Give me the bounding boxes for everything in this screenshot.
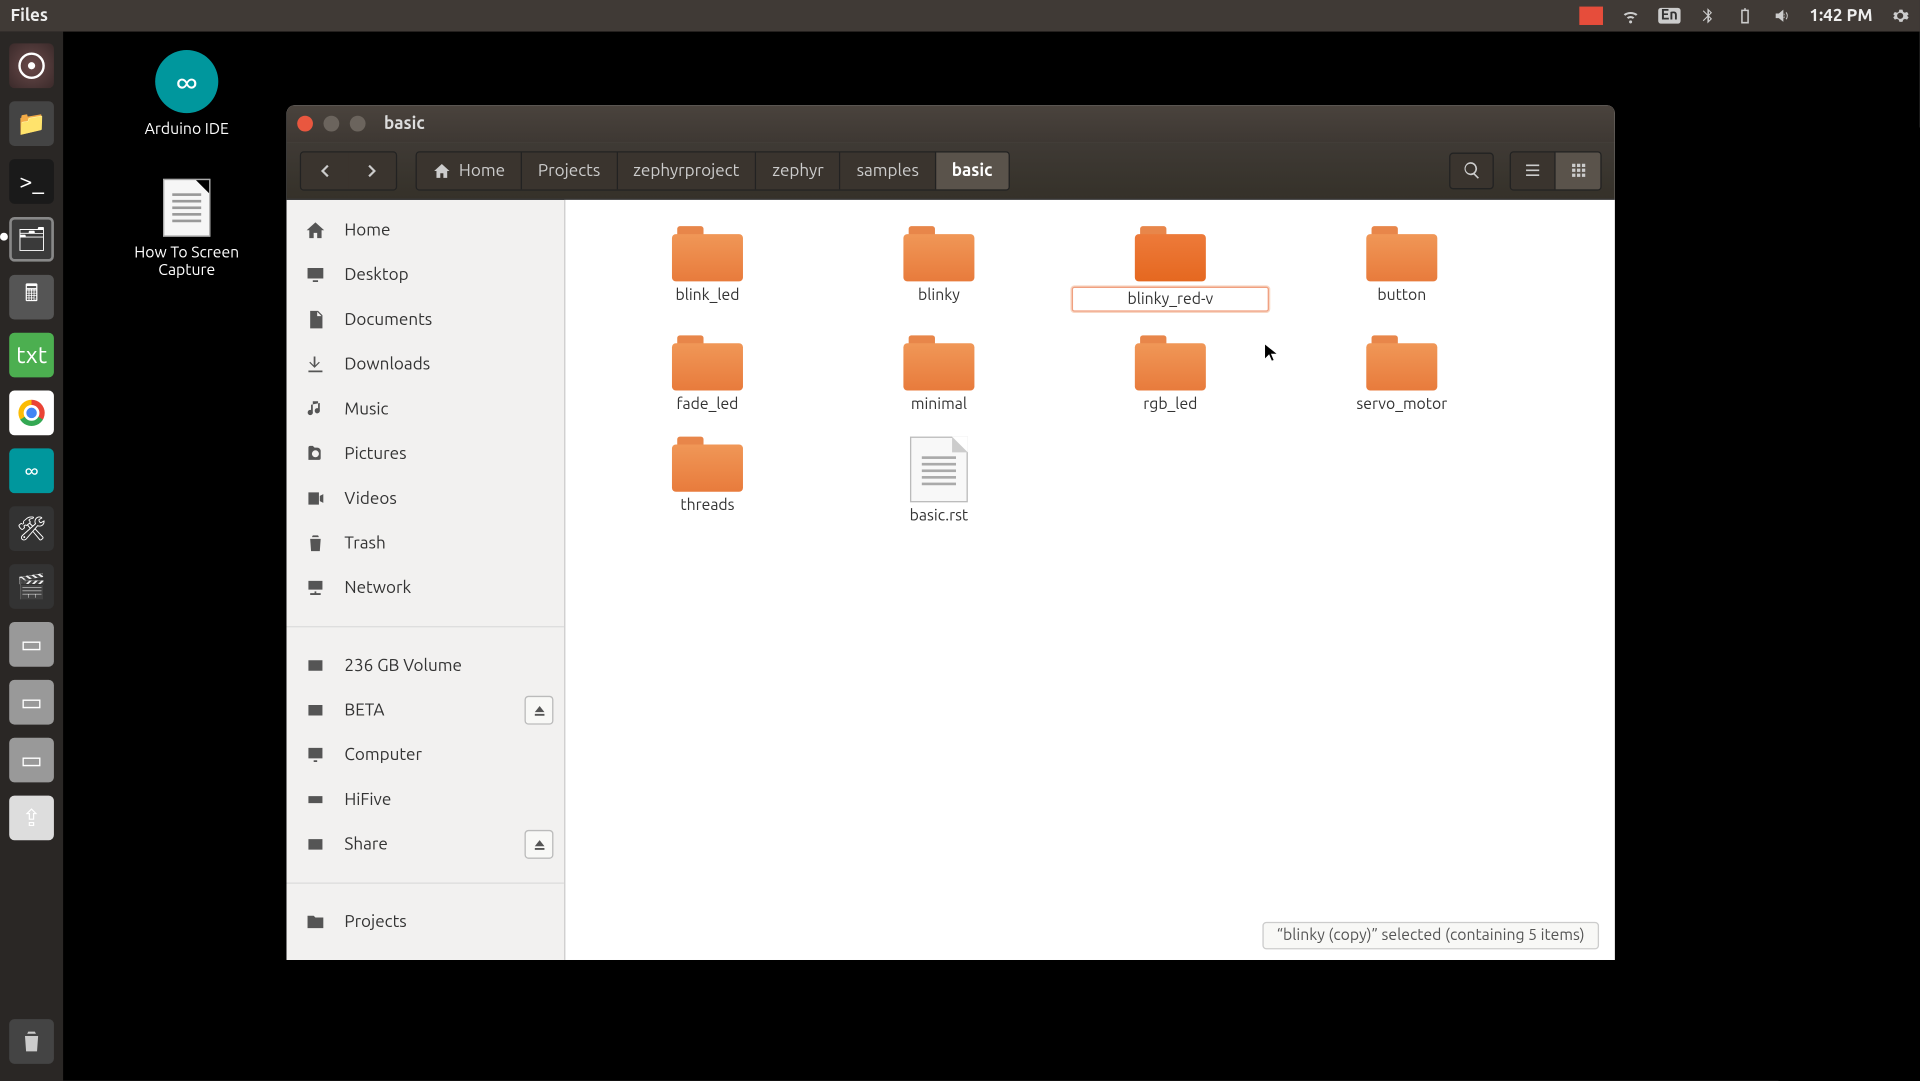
window-titlebar[interactable]: basic — [287, 105, 1615, 142]
drive3-icon[interactable]: ▭ — [5, 734, 58, 787]
forward-button[interactable] — [348, 152, 395, 189]
grid-view-button[interactable] — [1556, 152, 1601, 189]
crumb-home[interactable]: Home — [417, 152, 522, 189]
sidebar-home[interactable]: Home — [287, 208, 564, 253]
folder-icon — [672, 437, 743, 492]
folder-threads[interactable]: threads — [592, 431, 823, 530]
folder-icon — [1366, 226, 1437, 281]
sidebar-volume[interactable]: 236 GB Volume — [287, 643, 564, 688]
folder-icon — [672, 335, 743, 390]
volume-icon[interactable] — [1773, 7, 1791, 25]
settings-gear-icon[interactable] — [1891, 7, 1909, 25]
desktop-icon-arduino[interactable]: ∞ Arduino IDE — [108, 50, 266, 138]
clock[interactable]: 1:42 PM — [1809, 7, 1872, 25]
sidebar-computer[interactable]: Computer — [287, 732, 564, 777]
sidebar-pictures[interactable]: Pictures — [287, 431, 564, 476]
sidebar-share[interactable]: Share — [287, 822, 564, 867]
window-close-button[interactable] — [297, 116, 313, 132]
bluetooth-icon[interactable] — [1699, 7, 1717, 25]
breadcrumb: Home Projects zephyrproject zephyr sampl… — [416, 151, 1010, 190]
unity-launcher: 📁 >_ 🗂 🖩 txt ∞ 🛠 🎬 ▭ ▭ ▭ ⇪ — [0, 32, 63, 1081]
file-basic-rst[interactable]: basic.rst — [823, 431, 1054, 530]
window-maximize-button[interactable] — [350, 116, 366, 132]
sidebar-downloads[interactable]: Downloads — [287, 342, 564, 387]
sidebar-network[interactable]: Network — [287, 565, 564, 610]
folder-icon — [903, 335, 974, 390]
folder-icon — [1135, 226, 1206, 281]
arduino-icon[interactable]: ∞ — [5, 444, 58, 497]
keyboard-indicator[interactable]: En — [1658, 8, 1680, 24]
window-minimize-button[interactable] — [323, 116, 339, 132]
folder-blinky-red-v[interactable] — [1055, 221, 1286, 317]
sidebar-hifive[interactable]: HiFive — [287, 777, 564, 822]
status-bar: “blinky (copy)” selected (containing 5 i… — [1262, 922, 1599, 950]
sidebar-documents[interactable]: Documents — [287, 297, 564, 342]
folder-fade-led[interactable]: fade_led — [592, 330, 823, 418]
text-file-icon — [910, 437, 968, 503]
record-indicator-icon[interactable] — [1579, 7, 1603, 25]
battery-icon[interactable] — [1736, 7, 1754, 25]
crumb-projects[interactable]: Projects — [522, 152, 617, 189]
folder-blinky[interactable]: blinky — [823, 221, 1054, 317]
folder-icon — [903, 226, 974, 281]
eject-icon[interactable] — [525, 696, 554, 725]
crumb-samples[interactable]: samples — [841, 152, 936, 189]
search-button[interactable] — [1449, 152, 1494, 189]
folder-icon — [672, 226, 743, 281]
drive1-icon[interactable]: ▭ — [5, 618, 58, 671]
arduino-logo-icon: ∞ — [155, 50, 218, 113]
sidebar-trash[interactable]: Trash — [287, 521, 564, 566]
file-pane[interactable]: blink_led blinky button fade_led minimal… — [565, 200, 1614, 960]
folder-icon — [1366, 335, 1437, 390]
sidebar-videos[interactable]: Videos — [287, 476, 564, 521]
file-manager-window: basic Home Projects zephyrproject zephyr… — [287, 105, 1615, 960]
sidebar-beta[interactable]: BETA — [287, 688, 564, 733]
text-file-icon — [163, 179, 210, 237]
sidebar-desktop[interactable]: Desktop — [287, 252, 564, 297]
eject-icon[interactable] — [525, 830, 554, 859]
usb-icon[interactable]: ⇪ — [5, 792, 58, 845]
folder-button[interactable]: button — [1286, 221, 1517, 317]
sidebar-music[interactable]: Music — [287, 387, 564, 432]
folder-blink-led[interactable]: blink_led — [592, 221, 823, 317]
wifi-icon[interactable] — [1621, 7, 1639, 25]
text-editor-icon[interactable]: txt — [5, 329, 58, 382]
desktop-icon-label: How To Screen Capture — [108, 245, 266, 279]
calculator-icon[interactable]: 🖩 — [5, 271, 58, 324]
media-icon[interactable]: 🎬 — [5, 560, 58, 613]
sidebar-bookmark-projects[interactable]: Projects — [287, 899, 564, 944]
tool-icon[interactable]: 🛠 — [5, 502, 58, 555]
folder-icon — [1135, 335, 1206, 390]
crumb-zephyr[interactable]: zephyr — [756, 152, 840, 189]
folder-minimal[interactable]: minimal — [823, 330, 1054, 418]
crumb-basic[interactable]: basic — [936, 152, 1008, 189]
toolbar: Home Projects zephyrproject zephyr sampl… — [287, 142, 1615, 200]
back-button[interactable] — [301, 152, 348, 189]
files-app-icon[interactable]: 🗂 — [5, 213, 58, 266]
trash-icon[interactable] — [5, 1015, 58, 1068]
folder-rgb-led[interactable]: rgb_led — [1055, 330, 1286, 418]
sidebar: Home Desktop Documents Downloads Music P… — [287, 200, 566, 960]
window-title: basic — [384, 114, 425, 132]
menu-bar: Files En 1:42 PM — [0, 0, 1920, 32]
folder-launcher-icon[interactable]: 📁 — [5, 97, 58, 150]
list-view-button[interactable] — [1511, 152, 1556, 189]
drive2-icon[interactable]: ▭ — [5, 676, 58, 729]
dash-icon[interactable] — [5, 39, 58, 92]
desktop-icon-label: Arduino IDE — [108, 121, 266, 138]
chrome-icon[interactable] — [5, 387, 58, 440]
terminal-icon[interactable]: >_ — [5, 155, 58, 208]
rename-input[interactable] — [1072, 287, 1269, 312]
desktop-icon-howto[interactable]: How To Screen Capture — [108, 179, 266, 279]
folder-servo-motor[interactable]: servo_motor — [1286, 330, 1517, 418]
crumb-zephyrproject[interactable]: zephyrproject — [617, 152, 756, 189]
active-app-name: Files — [11, 7, 48, 25]
